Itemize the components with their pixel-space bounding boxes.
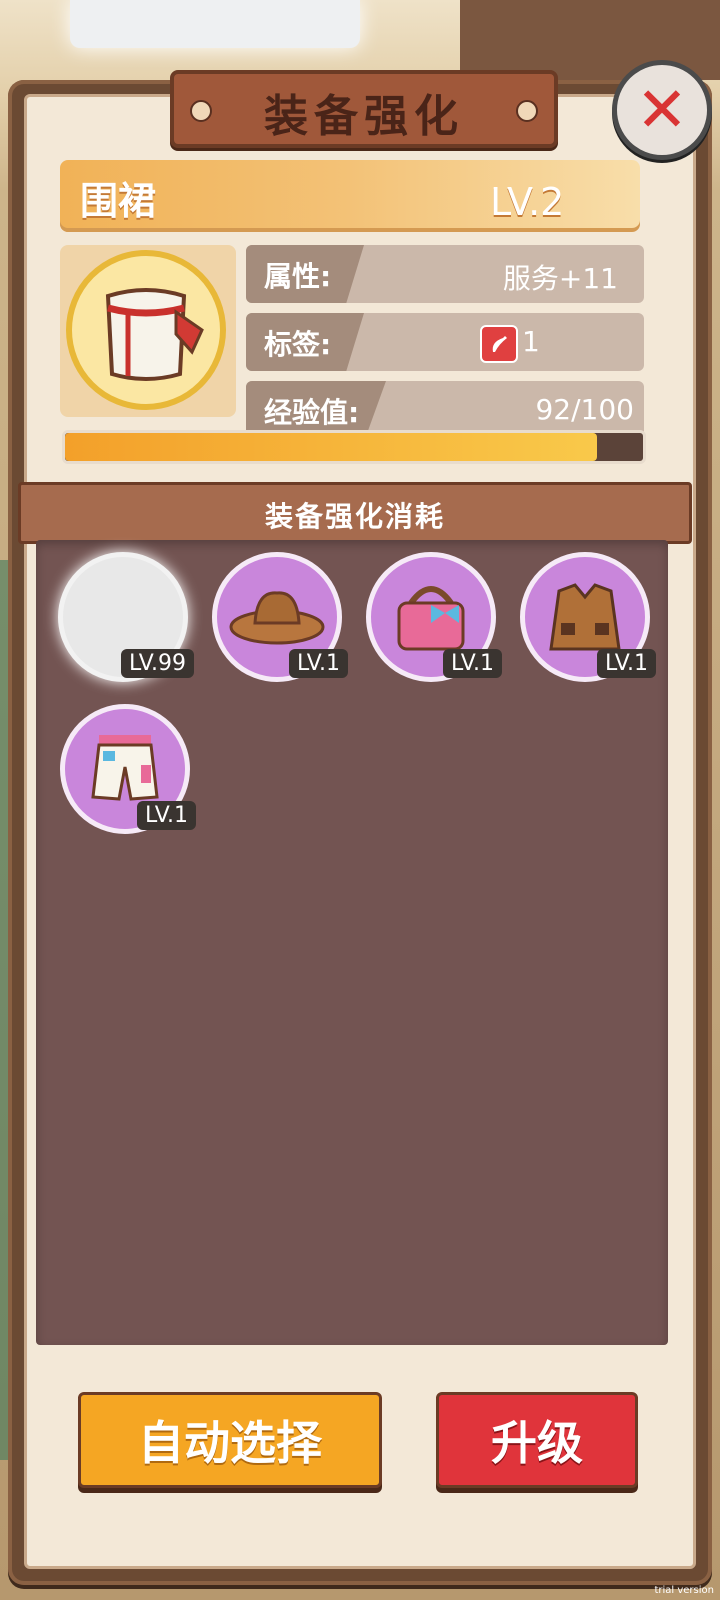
dialog-title: 装备强化 [264,91,464,142]
stat-value: 服务+11 [502,262,618,295]
trial-watermark: trial version [654,1585,714,1596]
stat-label: 经验值: [264,396,360,429]
exp-progress-bar [62,430,646,464]
material-grid: LV.99 LV.1 LV.1 LV.1 LV.1 [36,540,668,1345]
material-slot[interactable]: LV.99 [58,552,194,682]
material-section-banner: 装备强化消耗 [18,482,692,544]
material-level: LV.1 [288,649,348,678]
item-portrait [66,250,226,410]
exp-progress-fill [65,433,597,461]
stat-label: 属性: [264,260,332,293]
dialog-title-plate: 装备强化 [170,70,558,148]
item-level: LV.2 [490,180,565,224]
stat-value: 1 [522,325,540,358]
material-section-title: 装备强化消耗 [264,500,445,533]
close-button[interactable]: ✕ [612,60,712,160]
material-level: LV.1 [136,801,196,830]
stat-row-tag: 标签: 1 [246,313,644,371]
stat-label: 标签: [264,328,332,361]
material-level: LV.99 [120,649,194,678]
nail-icon [516,100,538,122]
auto-select-button[interactable]: 自动选择 [78,1392,382,1488]
material-slot[interactable]: LV.1 [60,704,196,834]
material-slot[interactable]: LV.1 [520,552,656,682]
material-level: LV.1 [596,649,656,678]
item-name: 围裙 [80,179,157,223]
chili-pepper-icon [480,325,518,363]
close-icon: ✕ [636,73,688,146]
material-slot[interactable]: LV.1 [212,552,348,682]
apron-icon [105,288,204,381]
stat-value: 92/100 [535,393,634,426]
material-slot[interactable]: LV.1 [366,552,502,682]
upgrade-button[interactable]: 升级 [436,1392,638,1488]
stat-row-attribute: 属性: 服务+11 [246,245,644,303]
ceiling-lamp [70,0,360,48]
material-level: LV.1 [442,649,502,678]
